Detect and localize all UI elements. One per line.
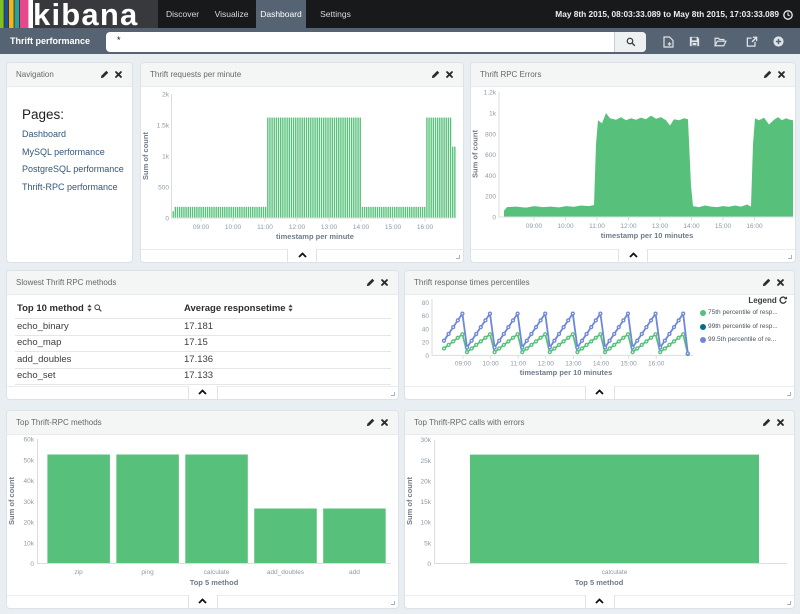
svg-text:16:00: 16:00 — [648, 361, 665, 368]
svg-text:16:00: 16:00 — [746, 223, 763, 230]
svg-text:20: 20 — [422, 340, 430, 347]
svg-text:09:00: 09:00 — [455, 361, 472, 368]
svg-text:0: 0 — [427, 561, 431, 568]
svg-text:1k: 1k — [162, 154, 170, 161]
svg-text:60: 60 — [422, 313, 430, 320]
svg-text:5k: 5k — [424, 540, 432, 547]
svg-text:calculate: calculate — [204, 569, 230, 576]
svg-text:15:00: 15:00 — [715, 223, 732, 230]
svg-text:0: 0 — [425, 353, 429, 360]
svg-text:16:00: 16:00 — [417, 224, 434, 231]
svg-text:11:00: 11:00 — [510, 361, 526, 368]
svg-text:11:00: 11:00 — [589, 223, 605, 230]
svg-text:0: 0 — [165, 216, 169, 223]
svg-text:80: 80 — [422, 300, 430, 307]
svg-text:1k: 1k — [489, 111, 497, 118]
svg-text:09:00: 09:00 — [526, 223, 543, 230]
svg-text:40: 40 — [422, 326, 430, 333]
svg-text:10k: 10k — [24, 540, 35, 547]
svg-text:30k: 30k — [24, 499, 35, 506]
svg-text:add_doubles: add_doubles — [267, 569, 305, 576]
svg-text:timestamp per minute: timestamp per minute — [276, 232, 354, 241]
svg-text:Sum of count: Sum of count — [405, 477, 414, 525]
svg-text:13:00: 13:00 — [321, 224, 338, 231]
svg-text:Top 5 method: Top 5 method — [575, 578, 624, 587]
svg-text:Sum of count: Sum of count — [471, 130, 480, 178]
svg-text:10:00: 10:00 — [225, 224, 242, 231]
svg-text:10:00: 10:00 — [482, 361, 499, 368]
svg-text:calculate: calculate — [602, 569, 628, 576]
svg-text:10:00: 10:00 — [557, 223, 574, 230]
svg-text:600: 600 — [485, 152, 496, 159]
svg-text:12:00: 12:00 — [289, 224, 306, 231]
svg-text:800: 800 — [485, 131, 496, 138]
svg-text:15:00: 15:00 — [385, 224, 402, 231]
svg-text:15k: 15k — [421, 499, 432, 506]
svg-text:14:00: 14:00 — [683, 223, 700, 230]
svg-text:2k: 2k — [162, 92, 170, 99]
svg-text:10k: 10k — [421, 520, 432, 527]
svg-text:timestamp per 10 minutes: timestamp per 10 minutes — [520, 368, 613, 377]
svg-text:500: 500 — [158, 185, 169, 192]
svg-text:13:00: 13:00 — [652, 223, 669, 230]
svg-text:Sum of count: Sum of count — [141, 132, 150, 180]
svg-text:09:00: 09:00 — [193, 224, 210, 231]
svg-text:14:00: 14:00 — [353, 224, 370, 231]
svg-text:1.2k: 1.2k — [484, 90, 497, 97]
svg-text:11:00: 11:00 — [257, 224, 273, 231]
svg-text:1.5k: 1.5k — [157, 123, 170, 130]
svg-text:timestamp per 10 minutes: timestamp per 10 minutes — [601, 231, 694, 240]
svg-text:zip: zip — [74, 569, 83, 576]
svg-text:12:00: 12:00 — [620, 223, 637, 230]
svg-text:400: 400 — [485, 173, 496, 180]
svg-text:20k: 20k — [24, 520, 35, 527]
svg-text:ping: ping — [141, 569, 154, 576]
svg-text:0: 0 — [492, 215, 496, 222]
svg-text:25k: 25k — [421, 458, 432, 465]
svg-text:30k: 30k — [421, 437, 432, 444]
svg-text:13:00: 13:00 — [565, 361, 582, 368]
svg-text:50k: 50k — [24, 457, 35, 464]
svg-text:Top 5 method: Top 5 method — [190, 578, 239, 587]
svg-text:14:00: 14:00 — [593, 361, 610, 368]
svg-text:60k: 60k — [24, 437, 35, 444]
svg-text:0: 0 — [30, 561, 34, 568]
svg-text:20k: 20k — [421, 478, 432, 485]
svg-text:12:00: 12:00 — [538, 361, 555, 368]
svg-text:15:00: 15:00 — [620, 361, 637, 368]
svg-text:add: add — [349, 569, 360, 576]
svg-text:Sum of count: Sum of count — [7, 477, 16, 525]
svg-text:200: 200 — [485, 194, 496, 201]
svg-text:40k: 40k — [24, 478, 35, 485]
